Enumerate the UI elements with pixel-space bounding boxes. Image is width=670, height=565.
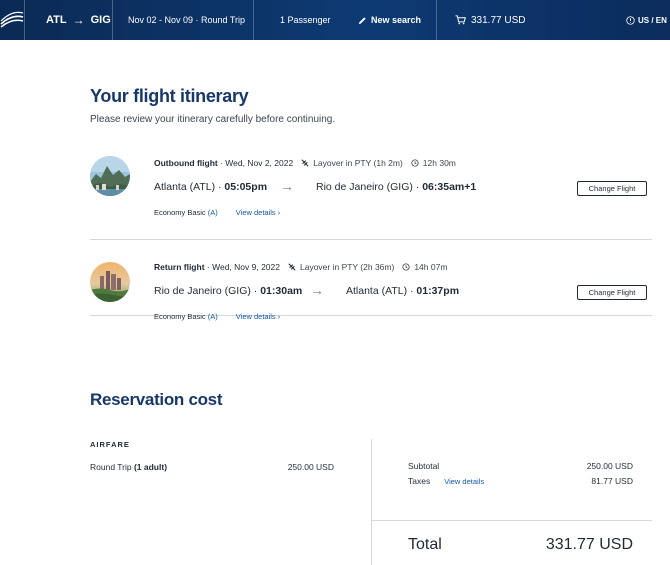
top-bar: ATL → GIG Nov 02 - Nov 09 · Round Trip 1…: [0, 0, 670, 40]
arrow-right-icon: →: [72, 13, 85, 27]
cart-summary[interactable]: 331.77 USD: [455, 0, 525, 40]
clock-icon: [411, 159, 419, 167]
outbound-flight-card: Outbound flight · Wed, Nov 2, 2022 Layov…: [90, 150, 652, 240]
return-departure-time: 01:30am: [260, 285, 303, 297]
return-flight-date: · Wed, Nov 9, 2022: [206, 262, 280, 272]
locale-selector[interactable]: US / EN: [626, 0, 667, 40]
rio-destination-photo: [90, 156, 130, 196]
total-divider: [371, 520, 652, 521]
subtotal-row: Subtotal 250.00 USD: [408, 461, 633, 471]
pencil-icon: [358, 16, 366, 24]
airfare-heading: AIRFARE: [90, 440, 130, 449]
outbound-flight-header: Outbound flight · Wed, Nov 2, 2022 Layov…: [154, 158, 456, 168]
subtotal-amount: 250.00 USD: [586, 461, 633, 471]
airplane-icon: [301, 159, 309, 167]
total-amount: 331.77 USD: [545, 536, 633, 553]
locale-label: US / EN: [638, 15, 667, 25]
cart-icon: [455, 15, 466, 25]
new-search-label: New search: [371, 15, 422, 25]
outbound-departure-city: Atlanta (ATL): [154, 181, 216, 193]
outbound-duration: 12h 30m: [422, 158, 456, 168]
airfare-passenger-qualifier: (1 adult): [133, 462, 168, 472]
return-flight-label: Return flight: [154, 262, 205, 272]
return-arrival-city: Atlanta (ATL): [346, 285, 408, 297]
airline-logo-icon[interactable]: [0, 8, 24, 30]
taxes-amount: 81.77 USD: [591, 476, 633, 486]
return-view-details-link[interactable]: View details ›: [236, 312, 280, 321]
airplane-icon: [288, 263, 296, 271]
clock-icon: [402, 263, 410, 271]
airfare-row: Round Trip (1 adult) 250.00 USD: [90, 462, 334, 472]
taxes-row: Taxes View details 81.77 USD: [408, 476, 633, 486]
route-summary[interactable]: ATL → GIG: [46, 0, 111, 40]
chevron-right-icon: ›: [277, 208, 281, 217]
return-departure-city: Rio de Janeiro (GIG): [154, 285, 251, 297]
return-cabin-class: Economy Basic: [154, 312, 206, 321]
return-fare-code[interactable]: (A): [208, 312, 218, 321]
passenger-count[interactable]: 1 Passenger: [280, 0, 331, 40]
taxes-view-details-link[interactable]: View details: [444, 477, 484, 486]
outbound-cabin-class: Economy Basic: [154, 208, 206, 217]
outbound-cabin: Economy Basic (A) View details ›: [154, 208, 280, 217]
atlanta-destination-photo: [90, 262, 130, 302]
return-flight-card: Return flight · Wed, Nov 9, 2022 Layover…: [90, 254, 652, 321]
return-layover: Layover in PTY (2h 36m): [299, 262, 395, 272]
total-row: Total 331.77 USD: [408, 536, 633, 554]
page-subtitle: Please review your itinerary carefully b…: [90, 114, 336, 125]
outbound-fare-code[interactable]: (A): [208, 208, 218, 217]
outbound-flight-date: · Wed, Nov 2, 2022: [220, 158, 294, 168]
outbound-change-flight-button[interactable]: Change Flight: [577, 181, 647, 196]
outbound-flight-label: Outbound flight: [154, 158, 218, 168]
arrow-right-icon: →: [280, 178, 294, 194]
outbound-arrival-time: 06:35am+1: [422, 181, 477, 193]
return-duration: 14h 07m: [414, 262, 448, 272]
cost-vertical-divider: [371, 439, 372, 565]
page-title: Your flight itinerary: [90, 86, 249, 106]
outbound-view-details-link[interactable]: View details ›: [236, 208, 280, 217]
new-search-button[interactable]: New search: [358, 0, 421, 40]
reservation-cost-title: Reservation cost: [90, 390, 223, 409]
return-cabin: Economy Basic (A) View details ›: [154, 312, 280, 321]
chevron-right-icon: ›: [277, 312, 281, 321]
taxes-label: Taxes: [408, 476, 431, 486]
trip-dates[interactable]: Nov 02 - Nov 09 · Round Trip: [128, 0, 245, 40]
arrow-right-icon: →: [310, 282, 324, 298]
airfare-trip-type: Round Trip: [90, 462, 132, 472]
return-arrival-time: 01:37pm: [416, 285, 460, 297]
total-label: Total: [408, 536, 442, 553]
outbound-layover: Layover in PTY (1h 2m): [313, 158, 403, 168]
return-flight-header: Return flight · Wed, Nov 9, 2022 Layover…: [154, 262, 447, 272]
outbound-arrival-city: Rio de Janeiro (GIG): [316, 181, 413, 193]
globe-icon: [626, 15, 635, 25]
origin-code: ATL: [46, 14, 67, 26]
subtotal-label: Subtotal: [408, 461, 440, 471]
return-change-flight-button[interactable]: Change Flight: [577, 285, 647, 300]
cart-total: 331.77 USD: [471, 14, 526, 26]
airfare-amount: 250.00 USD: [287, 462, 334, 472]
outbound-departure-time: 05:05pm: [224, 181, 268, 193]
destination-code: GIG: [90, 14, 111, 26]
